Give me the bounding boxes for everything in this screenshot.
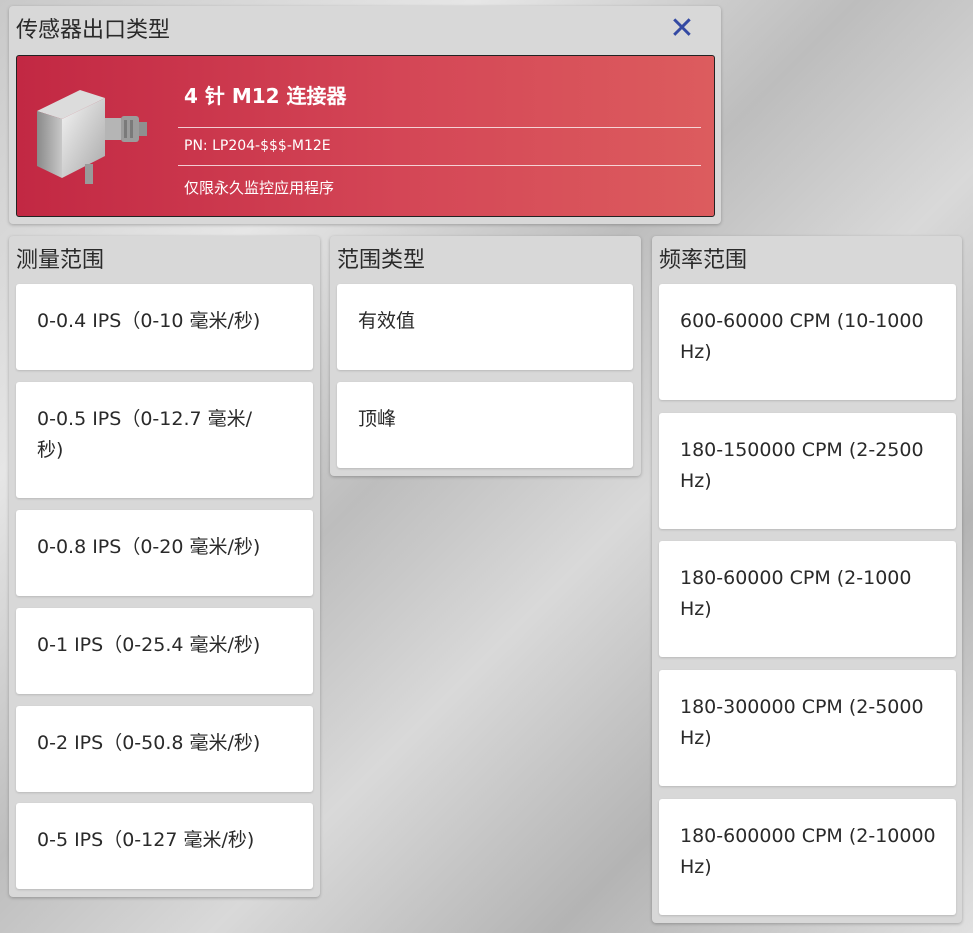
range-type-title: 范围类型 <box>337 248 426 273</box>
measure-range-title: 测量范围 <box>16 248 105 273</box>
frequency-option[interactable]: 180-150000 CPM (2-2500 Hz) <box>659 413 956 529</box>
application-note: 仅限永久监控应用程序 <box>184 179 335 197</box>
frequency-range-title: 频率范围 <box>659 248 748 273</box>
divider <box>178 127 701 128</box>
frequency-range-panel: 频率范围 600-60000 CPM (10-1000 Hz) 180-1500… <box>652 236 962 923</box>
divider <box>178 165 701 166</box>
frequency-option[interactable]: 180-600000 CPM (2-10000 Hz) <box>659 799 956 915</box>
range-option[interactable]: 0-0.8 IPS（0-20 毫米/秒) <box>16 510 313 596</box>
measure-range-panel: 测量范围 0-0.4 IPS（0-10 毫米/秒) 0-0.5 IPS（0-12… <box>9 236 320 897</box>
sensor-product-image <box>37 90 147 184</box>
frequency-option[interactable]: 600-60000 CPM (10-1000 Hz) <box>659 284 956 400</box>
frequency-option[interactable]: 180-300000 CPM (2-5000 Hz) <box>659 670 956 786</box>
range-option[interactable]: 0-2 IPS（0-50.8 毫米/秒) <box>16 706 313 792</box>
range-option[interactable]: 0-0.5 IPS（0-12.7 毫米/秒) <box>16 382 313 498</box>
range-type-option-peak[interactable]: 顶峰 <box>337 382 633 468</box>
sensor-outlet-panel: 传感器出口类型 ✕ 4 针 M12 连接器 PN: LP204-$$$-M12E… <box>9 6 721 224</box>
sensor-outlet-title: 传感器出口类型 <box>16 18 171 43</box>
part-number: PN: LP204-$$$-M12E <box>184 138 331 154</box>
range-type-panel: 范围类型 有效值 顶峰 <box>330 236 641 476</box>
connector-card[interactable]: 4 针 M12 连接器 PN: LP204-$$$-M12E 仅限永久监控应用程… <box>16 55 715 217</box>
range-option[interactable]: 0-1 IPS（0-25.4 毫米/秒) <box>16 608 313 694</box>
range-type-option-rms[interactable]: 有效值 <box>337 284 633 370</box>
range-option[interactable]: 0-5 IPS（0-127 毫米/秒) <box>16 803 313 889</box>
frequency-option[interactable]: 180-60000 CPM (2-1000 Hz) <box>659 541 956 657</box>
range-option[interactable]: 0-0.4 IPS（0-10 毫米/秒) <box>16 284 313 370</box>
close-icon[interactable]: ✕ <box>669 14 695 44</box>
connector-title: 4 针 M12 连接器 <box>184 84 347 108</box>
